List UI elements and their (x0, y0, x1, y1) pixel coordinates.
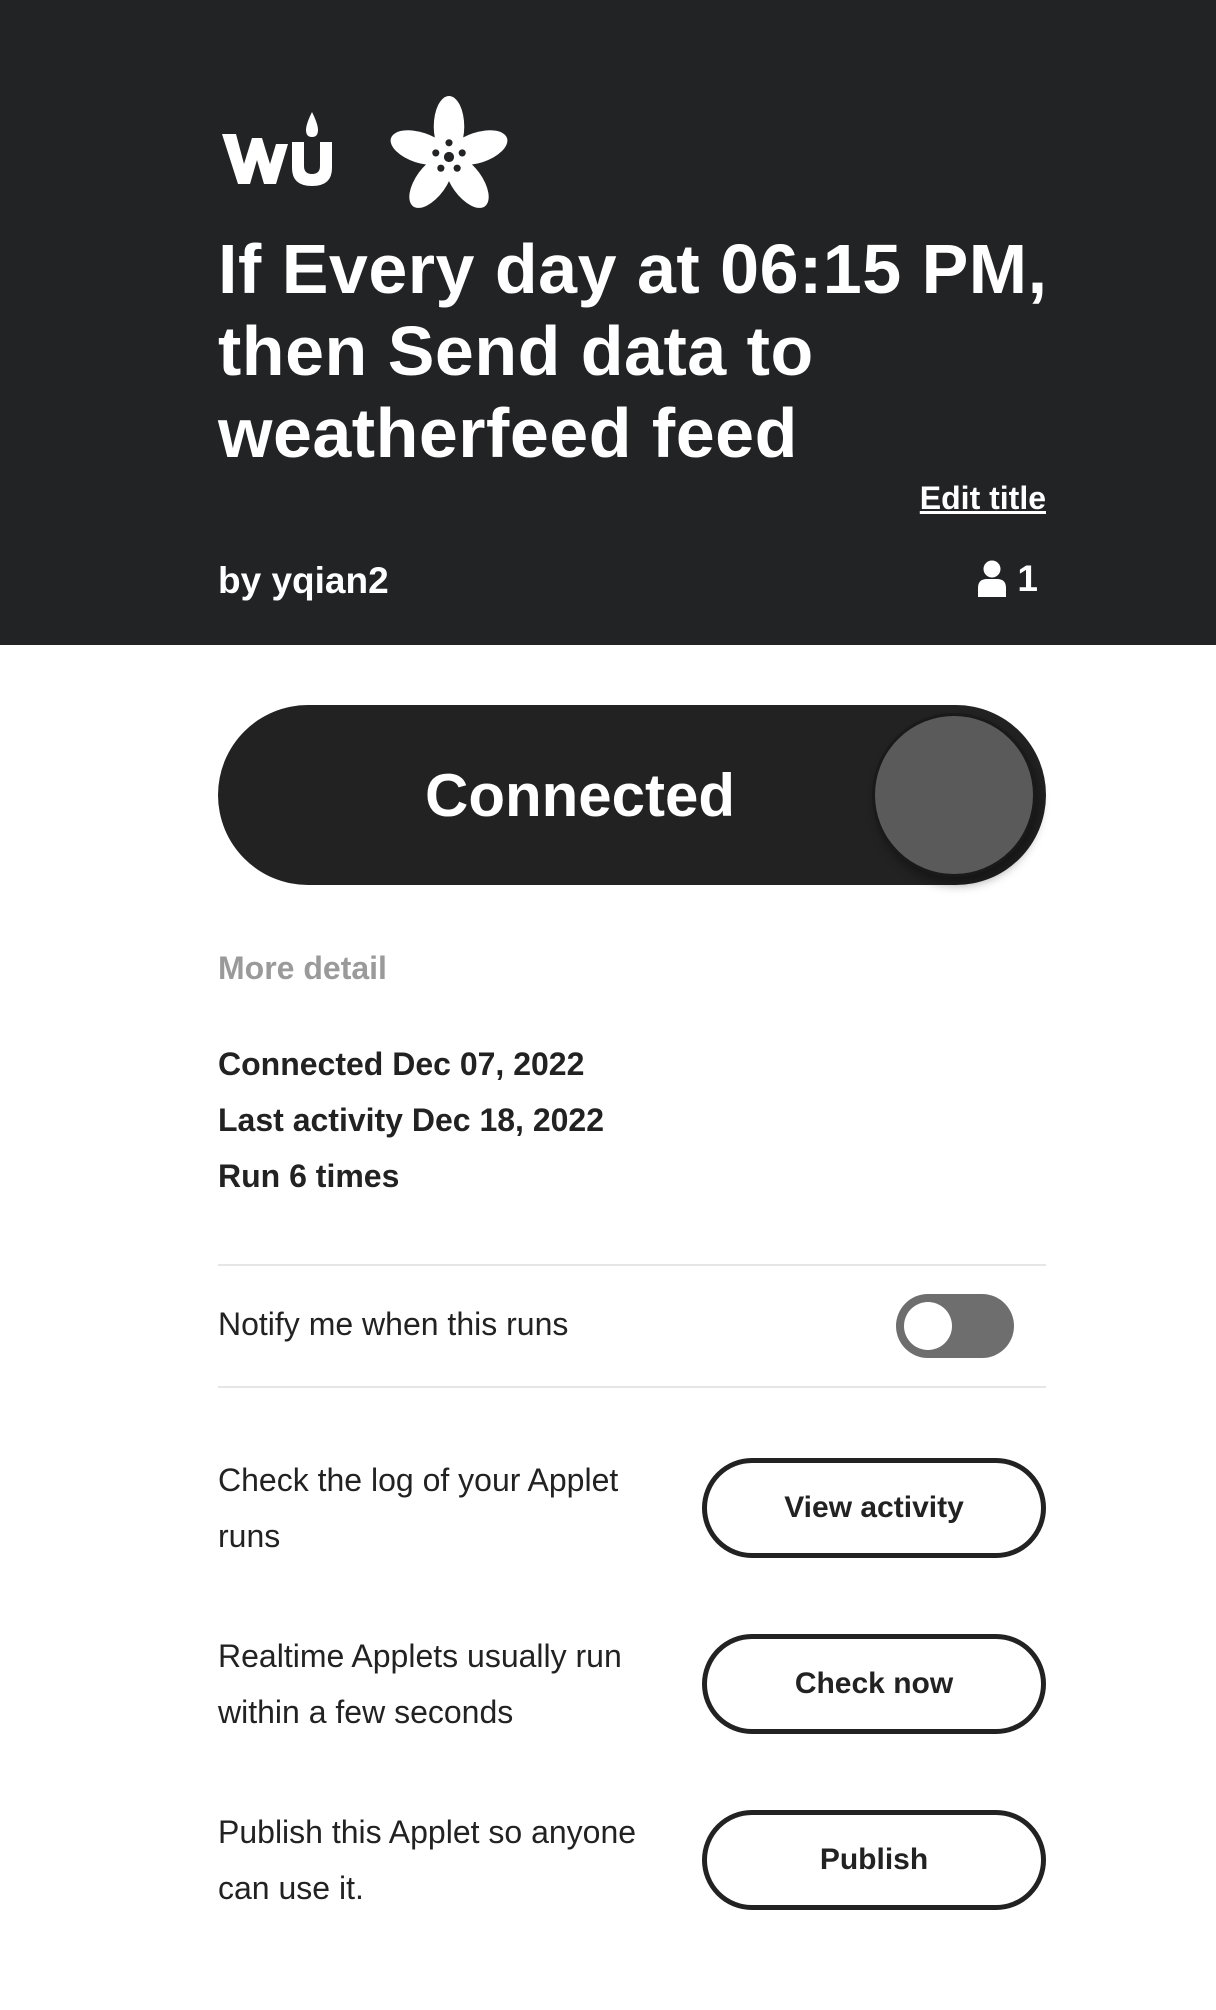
last-activity: Last activity Dec 18, 2022 (218, 1102, 605, 1138)
applet-stats: Connected Dec 07, 2022 Last activity Dec… (218, 1036, 604, 1204)
notify-label: Notify me when this runs (218, 1306, 569, 1342)
activity-log-text: Check the log of your Applet runs (218, 1462, 619, 1554)
run-count: Run 6 times (218, 1158, 400, 1194)
connected-toggle-knob[interactable] (872, 713, 1036, 877)
user-icon (978, 560, 1007, 597)
check-now-button[interactable]: Check now (702, 1634, 1046, 1734)
publish-button[interactable]: Publish (702, 1810, 1046, 1910)
connected-date: Connected Dec 07, 2022 (218, 1046, 585, 1082)
adafruit-flower-logo (390, 96, 508, 208)
notify-toggle[interactable] (896, 1294, 1014, 1358)
divider (218, 1264, 1046, 1266)
more-detail-link[interactable]: More detail (218, 950, 387, 987)
view-activity-button[interactable]: View activity (702, 1458, 1046, 1558)
user-count-value: 1 (1017, 558, 1038, 599)
edit-title-link[interactable]: Edit title (920, 480, 1046, 517)
notify-toggle-knob (904, 1302, 952, 1350)
applet-author: by yqian2 (218, 560, 389, 601)
publish-text: Publish this Applet so anyone can use it… (218, 1814, 637, 1906)
divider (218, 1386, 1046, 1388)
check-now-text: Realtime Applets usually run within a fe… (218, 1638, 622, 1730)
applet-title: If Every day at 06:15 PM, then Send data… (218, 230, 1048, 472)
user-count: 1 (977, 558, 1038, 600)
weather-underground-logo (222, 112, 332, 186)
connected-toggle[interactable]: Connected (218, 705, 1046, 885)
applet-header: If Every day at 06:15 PM, then Send data… (0, 0, 1216, 645)
connected-toggle-label: Connected (424, 761, 736, 829)
